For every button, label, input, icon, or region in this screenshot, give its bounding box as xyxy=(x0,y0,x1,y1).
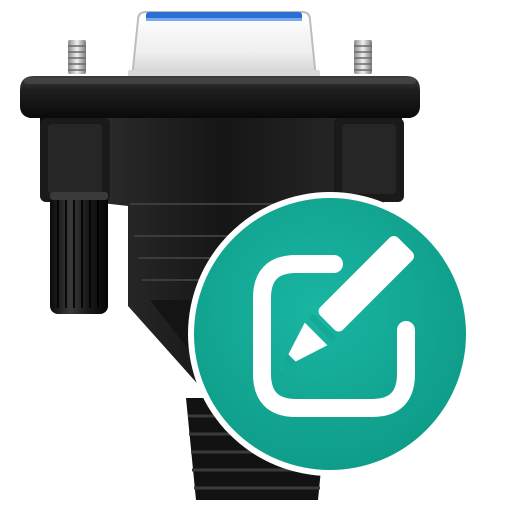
serial-port-edit-app-icon xyxy=(20,11,472,500)
icon-stage xyxy=(0,0,512,512)
thumb-screw-left xyxy=(50,192,108,314)
dsub-socket-shell xyxy=(128,11,320,80)
jack-screw-left xyxy=(68,40,86,74)
connector-flange xyxy=(20,76,420,118)
edit-badge-icon xyxy=(188,192,472,476)
jack-screw-right xyxy=(354,40,372,74)
